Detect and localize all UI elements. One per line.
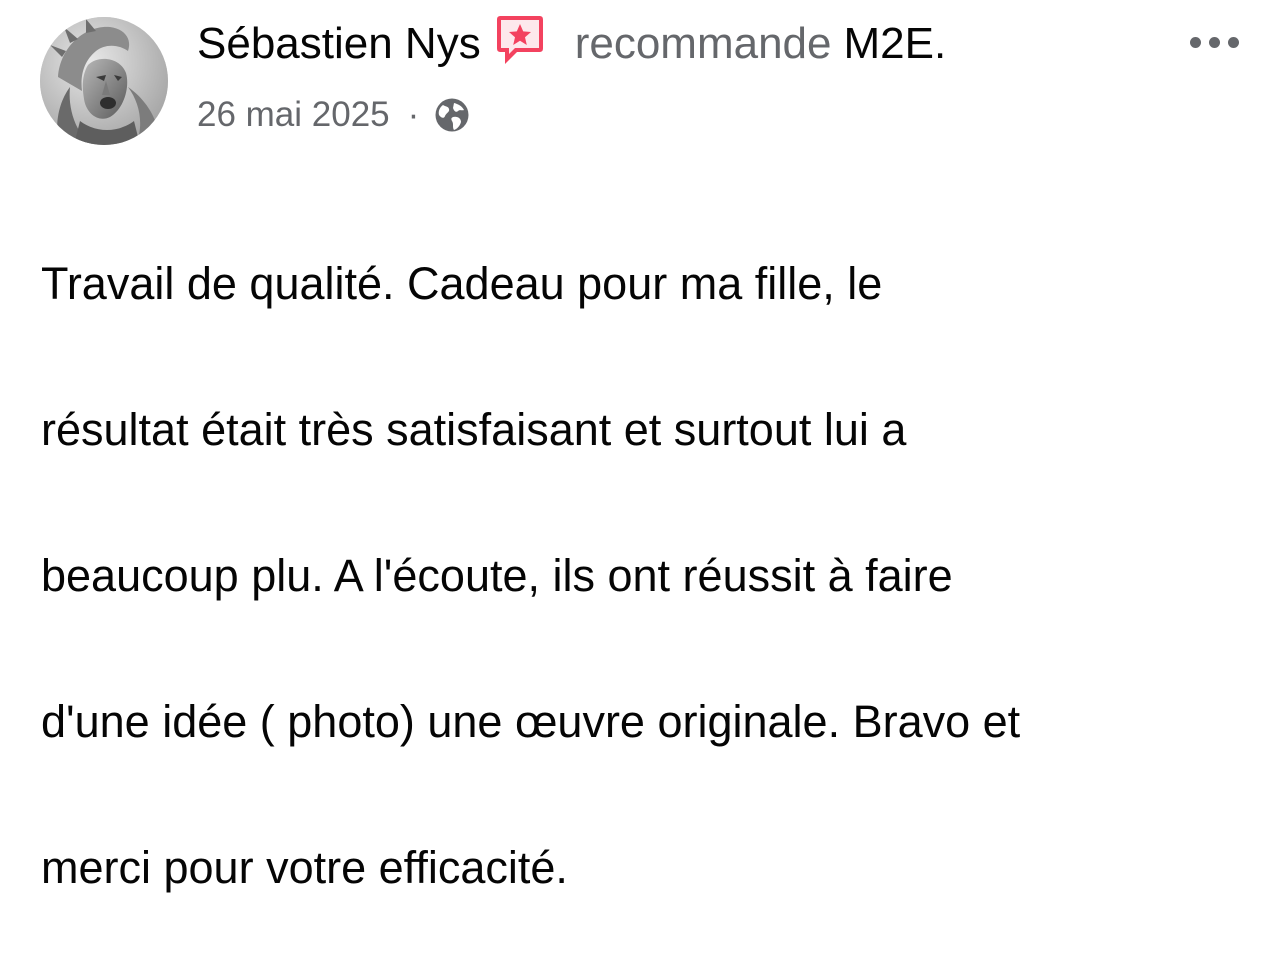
post-body-line: résultat était très satisfaisant et surt… <box>41 404 907 455</box>
post-date[interactable]: 26 mai 2025 <box>197 95 390 135</box>
more-options-button[interactable] <box>1178 26 1250 58</box>
post-body: Travail de qualité. Cadeau pour ma fille… <box>41 174 1256 977</box>
post-meta: 26 mai 2025 · <box>197 92 471 138</box>
post-body-line: d'une idée ( photo) une œuvre originale.… <box>41 696 1021 747</box>
avatar-image <box>40 17 168 145</box>
meta-separator: · <box>407 95 420 134</box>
post-header: Sébastien Nys recommande M2E. <box>197 14 946 74</box>
recommend-label: recommande <box>574 19 832 68</box>
post-body-line: Travail de qualité. Cadeau pour ma fille… <box>41 258 883 309</box>
more-options-icon-dot <box>1208 36 1220 48</box>
recommendation-icon <box>495 14 545 66</box>
recommended-page-name[interactable]: M2E. <box>843 19 946 69</box>
globe-icon[interactable] <box>433 96 471 134</box>
more-options-icon <box>1189 36 1201 48</box>
more-options-icon-dot <box>1227 36 1239 48</box>
author-avatar[interactable] <box>40 17 168 145</box>
recommendation-post: Sébastien Nys recommande M2E. 26 mai 202… <box>0 0 1280 893</box>
author-name[interactable]: Sébastien Nys <box>197 19 481 69</box>
post-body-line: merci pour votre efficacité. <box>41 842 568 893</box>
post-body-line: beaucoup plu. A l'écoute, ils ont réussi… <box>41 550 953 601</box>
